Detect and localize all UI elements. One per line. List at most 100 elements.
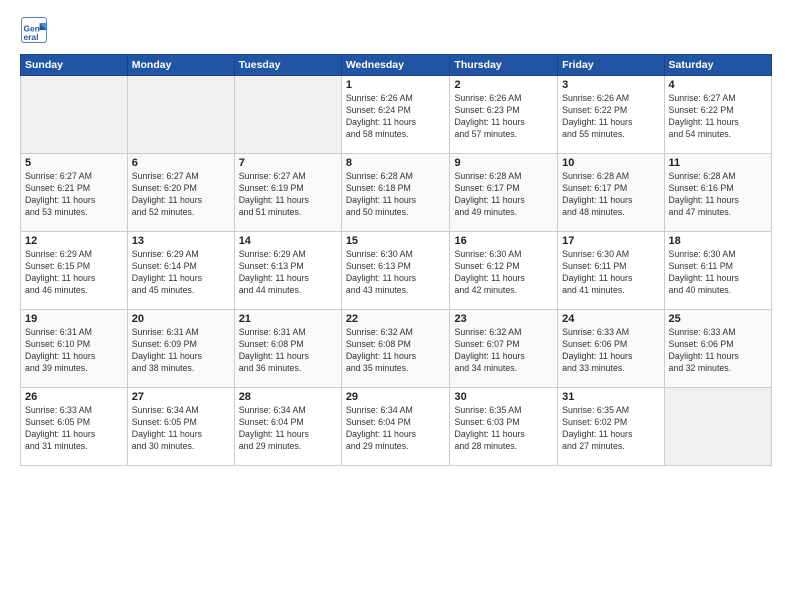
calendar-cell: 7Sunrise: 6:27 AMSunset: 6:19 PMDaylight…	[234, 154, 341, 232]
day-info: Sunrise: 6:30 AMSunset: 6:11 PMDaylight:…	[669, 249, 767, 297]
day-info: Sunrise: 6:30 AMSunset: 6:13 PMDaylight:…	[346, 249, 446, 297]
day-number: 9	[454, 157, 553, 169]
day-info: Sunrise: 6:29 AMSunset: 6:15 PMDaylight:…	[25, 249, 123, 297]
day-number: 6	[132, 157, 230, 169]
day-number: 14	[239, 235, 337, 247]
calendar-cell	[21, 76, 128, 154]
day-number: 4	[669, 79, 767, 91]
day-info: Sunrise: 6:29 AMSunset: 6:13 PMDaylight:…	[239, 249, 337, 297]
day-header-wednesday: Wednesday	[341, 55, 450, 76]
calendar-week-5: 26 Sunrise: 6:33 AMSunset: 6:05 PMDayligh…	[21, 388, 772, 466]
day-info: Sunrise: 6:34 AMSunset: 6:05 PMDaylight:…	[132, 405, 230, 453]
day-info: Sunrise: 6:33 AMSunset: 6:05 PMDaylight:…	[25, 405, 123, 453]
day-info: Sunrise: 6:34 AMSunset: 6:04 PMDaylight:…	[346, 405, 446, 453]
day-number: 19	[25, 313, 123, 325]
day-info: Sunrise: 6:28 AMSunset: 6:17 PMDaylight:…	[454, 171, 553, 219]
day-info: Sunrise: 6:33 AMSunset: 6:06 PMDaylight:…	[669, 327, 767, 375]
calendar-cell: 10 Sunrise: 6:28 AMSunset: 6:17 PMDayligh…	[558, 154, 664, 232]
calendar-cell: 19 Sunrise: 6:31 AMSunset: 6:10 PMDayligh…	[21, 310, 128, 388]
day-number: 25	[669, 313, 767, 325]
day-number: 12	[25, 235, 123, 247]
day-info: Sunrise: 6:28 AMSunset: 6:16 PMDaylight:…	[669, 171, 767, 219]
calendar-cell	[234, 76, 341, 154]
day-info: Sunrise: 6:30 AMSunset: 6:12 PMDaylight:…	[454, 249, 553, 297]
calendar-cell: 4 Sunrise: 6:27 AMSunset: 6:22 PMDaylight…	[664, 76, 771, 154]
day-header-monday: Monday	[127, 55, 234, 76]
day-number: 30	[454, 391, 553, 403]
day-number: 28	[239, 391, 337, 403]
day-info: Sunrise: 6:28 AMSunset: 6:18 PMDaylight:…	[346, 171, 446, 219]
calendar-cell: 29Sunrise: 6:34 AMSunset: 6:04 PMDayligh…	[341, 388, 450, 466]
day-info: Sunrise: 6:30 AMSunset: 6:11 PMDaylight:…	[562, 249, 659, 297]
calendar-cell: 24 Sunrise: 6:33 AMSunset: 6:06 PMDayligh…	[558, 310, 664, 388]
day-info: Sunrise: 6:27 AMSunset: 6:22 PMDaylight:…	[669, 93, 767, 141]
day-info: Sunrise: 6:26 AMSunset: 6:22 PMDaylight:…	[562, 93, 659, 141]
calendar-cell: 15 Sunrise: 6:30 AMSunset: 6:13 PMDayligh…	[341, 232, 450, 310]
calendar-cell	[127, 76, 234, 154]
day-info: Sunrise: 6:31 AMSunset: 6:10 PMDaylight:…	[25, 327, 123, 375]
calendar-cell: 16Sunrise: 6:30 AMSunset: 6:12 PMDayligh…	[450, 232, 558, 310]
day-number: 17	[562, 235, 659, 247]
day-info: Sunrise: 6:34 AMSunset: 6:04 PMDaylight:…	[239, 405, 337, 453]
calendar-cell: 1 Sunrise: 6:26 AMSunset: 6:24 PMDaylight…	[341, 76, 450, 154]
calendar-table: SundayMondayTuesdayWednesdayThursdayFrid…	[20, 54, 772, 466]
calendar-cell: 26 Sunrise: 6:33 AMSunset: 6:05 PMDayligh…	[21, 388, 128, 466]
calendar-cell: 2 Sunrise: 6:26 AMSunset: 6:23 PMDaylight…	[450, 76, 558, 154]
calendar-cell: 28 Sunrise: 6:34 AMSunset: 6:04 PMDayligh…	[234, 388, 341, 466]
day-info: Sunrise: 6:28 AMSunset: 6:17 PMDaylight:…	[562, 171, 659, 219]
day-number: 20	[132, 313, 230, 325]
day-info: Sunrise: 6:31 AMSunset: 6:08 PMDaylight:…	[239, 327, 337, 375]
day-info: Sunrise: 6:35 AMSunset: 6:02 PMDaylight:…	[562, 405, 659, 453]
calendar-cell: 6 Sunrise: 6:27 AMSunset: 6:20 PMDaylight…	[127, 154, 234, 232]
calendar-cell: 20 Sunrise: 6:31 AMSunset: 6:09 PMDayligh…	[127, 310, 234, 388]
calendar-cell: 18 Sunrise: 6:30 AMSunset: 6:11 PMDayligh…	[664, 232, 771, 310]
day-number: 15	[346, 235, 446, 247]
day-number: 10	[562, 157, 659, 169]
day-number: 21	[239, 313, 337, 325]
day-info: Sunrise: 6:26 AMSunset: 6:23 PMDaylight:…	[454, 93, 553, 141]
day-info: Sunrise: 6:26 AMSunset: 6:24 PMDaylight:…	[346, 93, 446, 141]
calendar-week-4: 19 Sunrise: 6:31 AMSunset: 6:10 PMDayligh…	[21, 310, 772, 388]
calendar-cell: 12 Sunrise: 6:29 AMSunset: 6:15 PMDayligh…	[21, 232, 128, 310]
day-header-saturday: Saturday	[664, 55, 771, 76]
day-info: Sunrise: 6:27 AMSunset: 6:19 PMDaylight:…	[239, 171, 337, 219]
day-info: Sunrise: 6:32 AMSunset: 6:08 PMDaylight:…	[346, 327, 446, 375]
day-number: 24	[562, 313, 659, 325]
calendar-cell: 30Sunrise: 6:35 AMSunset: 6:03 PMDayligh…	[450, 388, 558, 466]
calendar-week-2: 5Sunrise: 6:27 AMSunset: 6:21 PMDaylight…	[21, 154, 772, 232]
day-number: 18	[669, 235, 767, 247]
calendar-cell: 11 Sunrise: 6:28 AMSunset: 6:16 PMDayligh…	[664, 154, 771, 232]
calendar-cell: 23Sunrise: 6:32 AMSunset: 6:07 PMDayligh…	[450, 310, 558, 388]
day-info: Sunrise: 6:27 AMSunset: 6:21 PMDaylight:…	[25, 171, 123, 219]
calendar-cell	[664, 388, 771, 466]
calendar-cell: 22 Sunrise: 6:32 AMSunset: 6:08 PMDayligh…	[341, 310, 450, 388]
calendar-cell: 9 Sunrise: 6:28 AMSunset: 6:17 PMDaylight…	[450, 154, 558, 232]
logo: Gen eral	[20, 16, 50, 44]
day-number: 23	[454, 313, 553, 325]
day-info: Sunrise: 6:33 AMSunset: 6:06 PMDaylight:…	[562, 327, 659, 375]
calendar-cell: 21 Sunrise: 6:31 AMSunset: 6:08 PMDayligh…	[234, 310, 341, 388]
calendar-cell: 13Sunrise: 6:29 AMSunset: 6:14 PMDayligh…	[127, 232, 234, 310]
calendar-cell: 31Sunrise: 6:35 AMSunset: 6:02 PMDayligh…	[558, 388, 664, 466]
day-number: 2	[454, 79, 553, 91]
calendar-cell: 27 Sunrise: 6:34 AMSunset: 6:05 PMDayligh…	[127, 388, 234, 466]
day-number: 1	[346, 79, 446, 91]
day-number: 26	[25, 391, 123, 403]
day-number: 22	[346, 313, 446, 325]
day-info: Sunrise: 6:31 AMSunset: 6:09 PMDaylight:…	[132, 327, 230, 375]
day-header-sunday: Sunday	[21, 55, 128, 76]
calendar-header-row: SundayMondayTuesdayWednesdayThursdayFrid…	[21, 55, 772, 76]
calendar-cell: 8 Sunrise: 6:28 AMSunset: 6:18 PMDaylight…	[341, 154, 450, 232]
calendar-cell: 14 Sunrise: 6:29 AMSunset: 6:13 PMDayligh…	[234, 232, 341, 310]
calendar-cell: 5Sunrise: 6:27 AMSunset: 6:21 PMDaylight…	[21, 154, 128, 232]
day-number: 8	[346, 157, 446, 169]
day-info: Sunrise: 6:27 AMSunset: 6:20 PMDaylight:…	[132, 171, 230, 219]
day-header-friday: Friday	[558, 55, 664, 76]
day-number: 13	[132, 235, 230, 247]
day-number: 27	[132, 391, 230, 403]
page-header: Gen eral	[20, 16, 772, 44]
calendar-week-1: 1 Sunrise: 6:26 AMSunset: 6:24 PMDaylight…	[21, 76, 772, 154]
day-header-thursday: Thursday	[450, 55, 558, 76]
calendar-cell: 17 Sunrise: 6:30 AMSunset: 6:11 PMDayligh…	[558, 232, 664, 310]
day-number: 11	[669, 157, 767, 169]
